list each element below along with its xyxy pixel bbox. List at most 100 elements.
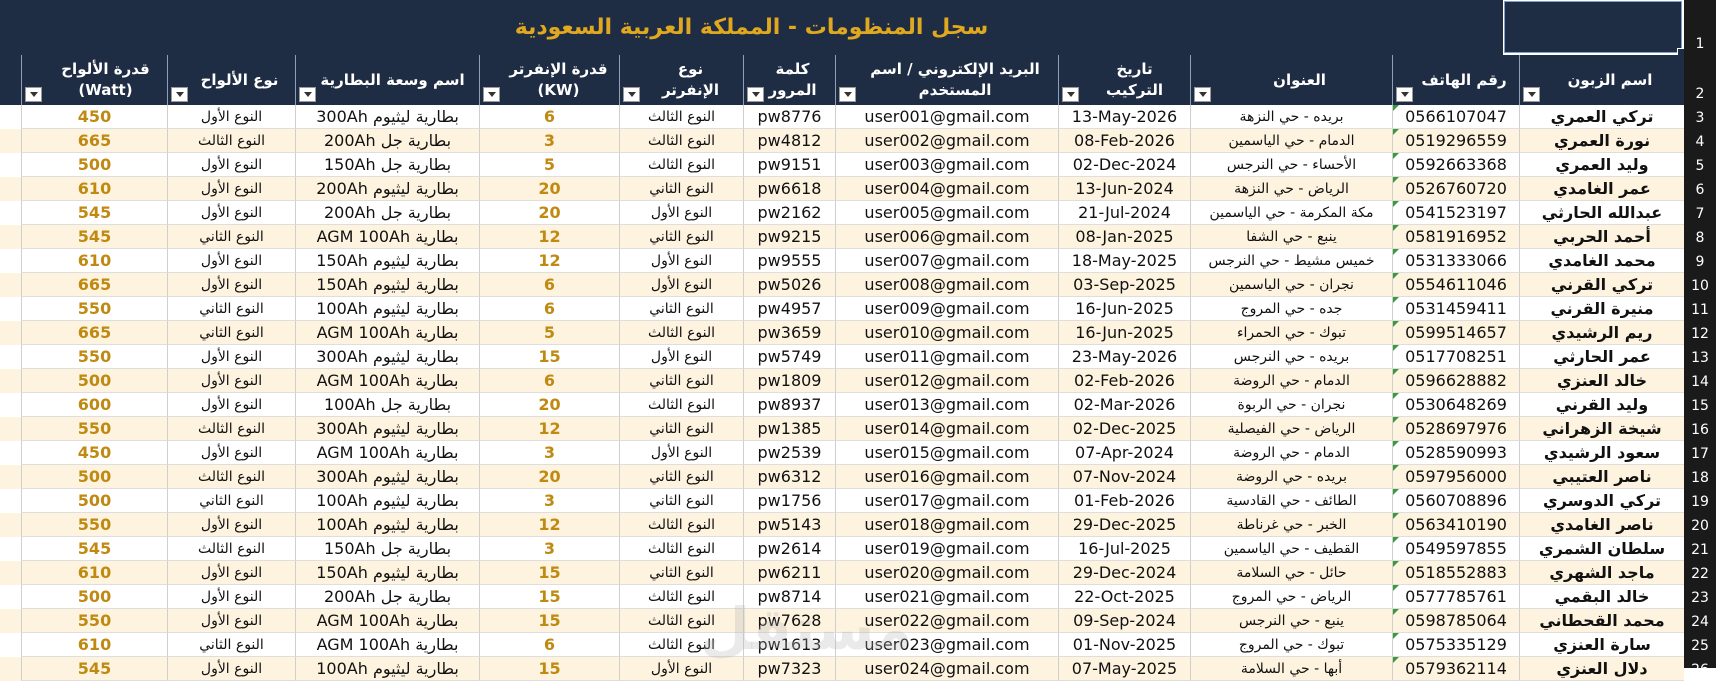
cell-date[interactable]: 29-Dec-2024 bbox=[1058, 561, 1190, 585]
cell-inverter_kw[interactable]: 20 bbox=[479, 465, 619, 489]
cell-panel_type[interactable]: النوع الثالث bbox=[167, 537, 295, 561]
cell-battery[interactable]: بطارية جل 150Ah bbox=[295, 537, 479, 561]
cell-email[interactable]: user005@gmail.com bbox=[835, 201, 1058, 225]
cell-email[interactable]: user021@gmail.com bbox=[835, 585, 1058, 609]
cell-customer[interactable]: وليد العمري bbox=[1519, 153, 1684, 177]
cell-date[interactable]: 07-Nov-2024 bbox=[1058, 465, 1190, 489]
cell-email[interactable]: user001@gmail.com bbox=[835, 105, 1058, 129]
cell-inverter_kw[interactable]: 12 bbox=[479, 417, 619, 441]
cell-phone[interactable]: 0517708251 bbox=[1392, 345, 1519, 369]
cell-date[interactable]: 23-May-2026 bbox=[1058, 345, 1190, 369]
cell-date[interactable]: 22-Oct-2025 bbox=[1058, 585, 1190, 609]
column-header-panel_watt[interactable]: قدرة الألواح (Watt) bbox=[21, 55, 167, 105]
cell-customer[interactable]: وليد القرني bbox=[1519, 393, 1684, 417]
row-number[interactable]: 22 bbox=[1684, 561, 1716, 585]
cell-password[interactable]: pw9151 bbox=[743, 153, 835, 177]
cell-password[interactable]: pw8714 bbox=[743, 585, 835, 609]
cell-battery[interactable]: بطارية جل 200Ah bbox=[295, 585, 479, 609]
cell-password[interactable]: pw8937 bbox=[743, 393, 835, 417]
cell-password[interactable]: pw6618 bbox=[743, 177, 835, 201]
cell-password[interactable]: pw2539 bbox=[743, 441, 835, 465]
filter-dropdown-button[interactable] bbox=[299, 87, 316, 102]
cell-battery[interactable]: بطارية جل 200Ah bbox=[295, 129, 479, 153]
filter-dropdown-button[interactable] bbox=[171, 87, 188, 102]
cell-email[interactable]: user022@gmail.com bbox=[835, 609, 1058, 633]
cell-inverter_kw[interactable]: 5 bbox=[479, 153, 619, 177]
cell-email[interactable]: user015@gmail.com bbox=[835, 441, 1058, 465]
cell-panel_type[interactable]: النوع الأول bbox=[167, 201, 295, 225]
cell-address[interactable]: الدمام - حي الروضة bbox=[1190, 441, 1392, 465]
cell-battery[interactable]: بطارية ليثيوم 100Ah bbox=[295, 657, 479, 681]
cell-battery[interactable]: بطارية ليثيوم 300Ah bbox=[295, 465, 479, 489]
cell-battery[interactable]: بطارية ليثيوم 300Ah bbox=[295, 105, 479, 129]
cell-date[interactable]: 18-May-2025 bbox=[1058, 249, 1190, 273]
cell-panel_watt[interactable]: 450 bbox=[21, 105, 167, 129]
cell-inverter_type[interactable]: النوع الثاني bbox=[619, 417, 743, 441]
row-number[interactable]: 18 bbox=[1684, 465, 1716, 489]
cell-email[interactable]: user009@gmail.com bbox=[835, 297, 1058, 321]
cell-customer[interactable]: ماجد الشهري bbox=[1519, 561, 1684, 585]
cell-password[interactable]: pw1613 bbox=[743, 633, 835, 657]
cell-date[interactable]: 08-Feb-2026 bbox=[1058, 129, 1190, 153]
cell-panel_watt[interactable]: 550 bbox=[21, 297, 167, 321]
column-header-email[interactable]: البريد الإلكتروني / اسم المستخدم bbox=[835, 55, 1058, 105]
cell-inverter_type[interactable]: النوع الثالث bbox=[619, 129, 743, 153]
cell-inverter_kw[interactable]: 3 bbox=[479, 489, 619, 513]
cell-customer[interactable]: خالد البقمي bbox=[1519, 585, 1684, 609]
cell-date[interactable]: 07-May-2025 bbox=[1058, 657, 1190, 681]
cell-inverter_type[interactable]: النوع الثاني bbox=[619, 297, 743, 321]
cell-battery[interactable]: بطارية جل 100Ah bbox=[295, 393, 479, 417]
cell-panel_type[interactable]: النوع الثاني bbox=[167, 321, 295, 345]
column-header-customer[interactable]: اسم الزبون bbox=[1519, 55, 1684, 105]
row-number[interactable]: 14 bbox=[1684, 369, 1716, 393]
row-number[interactable]: 9 bbox=[1684, 249, 1716, 273]
cell-panel_watt[interactable]: 610 bbox=[21, 561, 167, 585]
column-header-date[interactable]: تاريخ التركيب bbox=[1058, 55, 1190, 105]
cell-panel_type[interactable]: النوع الأول bbox=[167, 345, 295, 369]
cell-password[interactable]: pw3659 bbox=[743, 321, 835, 345]
cell-password[interactable]: pw5026 bbox=[743, 273, 835, 297]
cell-address[interactable]: ينبع - حي النرجس bbox=[1190, 609, 1392, 633]
row-number[interactable]: 7 bbox=[1684, 201, 1716, 225]
cell-inverter_type[interactable]: النوع الثالث bbox=[619, 105, 743, 129]
cell-password[interactable]: pw5143 bbox=[743, 513, 835, 537]
cell-customer[interactable]: عمر الحارثي bbox=[1519, 345, 1684, 369]
cell-address[interactable]: الرياض - حي النزهة bbox=[1190, 177, 1392, 201]
cell-date[interactable]: 16-Jul-2025 bbox=[1058, 537, 1190, 561]
cell-inverter_kw[interactable]: 20 bbox=[479, 177, 619, 201]
cell-panel_watt[interactable]: 545 bbox=[21, 537, 167, 561]
cell-inverter_type[interactable]: النوع الثاني bbox=[619, 465, 743, 489]
cell-email[interactable]: user020@gmail.com bbox=[835, 561, 1058, 585]
column-header-panel_type[interactable]: نوع الألواح bbox=[167, 55, 295, 105]
cell-inverter_type[interactable]: النوع الثالث bbox=[619, 537, 743, 561]
cell-inverter_type[interactable]: النوع الثاني bbox=[619, 369, 743, 393]
cell-panel_watt[interactable]: 665 bbox=[21, 273, 167, 297]
cell-panel_watt[interactable]: 545 bbox=[21, 657, 167, 681]
cell-date[interactable]: 02-Dec-2024 bbox=[1058, 153, 1190, 177]
cell-battery[interactable]: بطارية ليثيوم 100Ah bbox=[295, 489, 479, 513]
cell-phone[interactable]: 0554611046 bbox=[1392, 273, 1519, 297]
cell-date[interactable]: 01-Feb-2026 bbox=[1058, 489, 1190, 513]
cell-panel_watt[interactable]: 500 bbox=[21, 465, 167, 489]
cell-password[interactable]: pw6312 bbox=[743, 465, 835, 489]
filter-dropdown-button[interactable] bbox=[839, 87, 856, 102]
cell-panel_watt[interactable]: 500 bbox=[21, 369, 167, 393]
cell-customer[interactable]: نورة العمري bbox=[1519, 129, 1684, 153]
cell-panel_type[interactable]: النوع الأول bbox=[167, 513, 295, 537]
cell-password[interactable]: pw7628 bbox=[743, 609, 835, 633]
cell-panel_type[interactable]: النوع الأول bbox=[167, 369, 295, 393]
cell-customer[interactable]: عمر الغامدي bbox=[1519, 177, 1684, 201]
row-number[interactable]: 17 bbox=[1684, 441, 1716, 465]
cell-date[interactable]: 01-Nov-2025 bbox=[1058, 633, 1190, 657]
cell-email[interactable]: user017@gmail.com bbox=[835, 489, 1058, 513]
column-header-phone[interactable]: رقم الهاتف bbox=[1392, 55, 1519, 105]
cell-customer[interactable]: أحمد الحربي bbox=[1519, 225, 1684, 249]
cell-email[interactable]: user003@gmail.com bbox=[835, 153, 1058, 177]
cell-inverter_type[interactable]: النوع الأول bbox=[619, 249, 743, 273]
cell-address[interactable]: الدمام - حي الروضة bbox=[1190, 369, 1392, 393]
cell-phone[interactable]: 0599514657 bbox=[1392, 321, 1519, 345]
cell-password[interactable]: pw1756 bbox=[743, 489, 835, 513]
cell-panel_watt[interactable]: 450 bbox=[21, 441, 167, 465]
cell-address[interactable]: الرياض - حي المروج bbox=[1190, 585, 1392, 609]
cell-password[interactable]: pw8776 bbox=[743, 105, 835, 129]
